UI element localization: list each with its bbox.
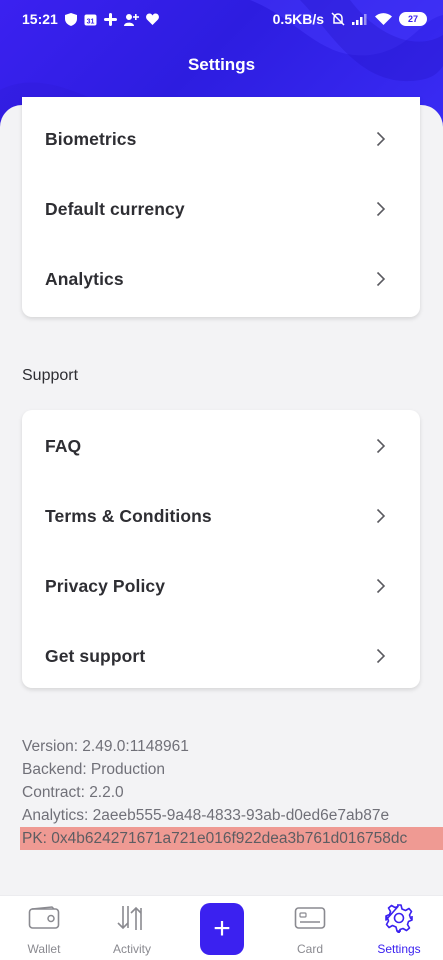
support-item-label: Terms & Conditions: [45, 505, 212, 526]
wallet-icon: [28, 906, 60, 929]
shield-icon: [64, 12, 77, 26]
wifi-icon: [375, 12, 392, 25]
heart-icon: [145, 13, 159, 25]
version-text: Version: 2.49.0:1148961: [22, 738, 189, 755]
backend-text: Backend: Production: [22, 761, 166, 778]
support-item-label: Get support: [45, 645, 146, 666]
settings-item-label: Default currency: [45, 198, 185, 219]
settings-item-default-currency[interactable]: Default currency: [22, 174, 420, 244]
nav-activity-label: Activity: [112, 942, 151, 956]
signal-icon: [352, 14, 367, 25]
settings-item-biometrics[interactable]: Biometrics: [22, 104, 420, 174]
svg-text:31: 31: [86, 18, 94, 25]
chevron-right-icon: [376, 271, 386, 287]
status-bar: 15:21 31 0.5KB/s 27: [0, 0, 443, 38]
analytics-id-text: Analytics: 2aeeb555-9a48-4833-93ab-d0ed6…: [22, 807, 390, 824]
contract-text: Contract: 2.2.0: [22, 784, 124, 801]
general-settings-card: Biometrics Default currency Analytics: [22, 97, 420, 317]
settings-item-label: Biometrics: [45, 128, 137, 149]
chevron-right-icon: [376, 201, 386, 217]
card-icon: [294, 907, 326, 929]
chevron-right-icon: [376, 648, 386, 664]
transfer-arrows-icon: [117, 906, 142, 930]
settings-item-analytics[interactable]: Analytics: [22, 244, 420, 314]
add-button[interactable]: +: [200, 903, 244, 955]
app-info: Version: 2.49.0:1148961 Backend: Product…: [20, 735, 443, 850]
section-title-support: Support: [22, 367, 79, 384]
page-title: Settings: [187, 55, 256, 74]
support-item-label: FAQ: [45, 435, 82, 456]
chevron-right-icon: [376, 578, 386, 594]
nav-settings-label: Settings: [377, 942, 421, 956]
settings-sheet: Biometrics Default currency Analytics Su…: [0, 97, 443, 895]
chevron-right-icon: [376, 438, 386, 454]
nav-wallet-label: Wallet: [27, 942, 61, 956]
nav-wallet[interactable]: Wallet: [0, 896, 88, 960]
support-item-label: Privacy Policy: [45, 575, 166, 596]
battery-indicator: 27: [399, 12, 427, 26]
support-item-faq[interactable]: FAQ: [22, 411, 420, 481]
support-item-get-support[interactable]: Get support: [22, 621, 420, 691]
support-card: FAQ Terms & Conditions Privacy Policy Ge…: [22, 410, 420, 688]
chevron-right-icon: [376, 131, 386, 147]
status-time: 15:21: [22, 11, 58, 27]
support-item-terms[interactable]: Terms & Conditions: [22, 481, 420, 551]
settings-item-label: Analytics: [45, 268, 124, 289]
nav-settings[interactable]: Settings: [355, 896, 443, 960]
slack-icon: [103, 12, 117, 26]
nav-activity[interactable]: Activity: [88, 896, 176, 960]
nav-card-label: Card: [296, 942, 323, 956]
add-user-icon: [123, 13, 139, 26]
calendar-icon: 31: [84, 14, 97, 25]
nav-card[interactable]: Card: [266, 896, 354, 960]
alarm-off-icon: [331, 12, 345, 26]
support-item-privacy-policy[interactable]: Privacy Policy: [22, 551, 420, 621]
network-speed: 0.5KB/s: [272, 11, 324, 27]
chevron-right-icon: [376, 508, 386, 524]
plus-icon: +: [213, 912, 231, 945]
gear-icon: [385, 904, 413, 933]
public-key-text: PK: 0x4b624271671a721e016f922dea3b761d01…: [20, 827, 443, 850]
